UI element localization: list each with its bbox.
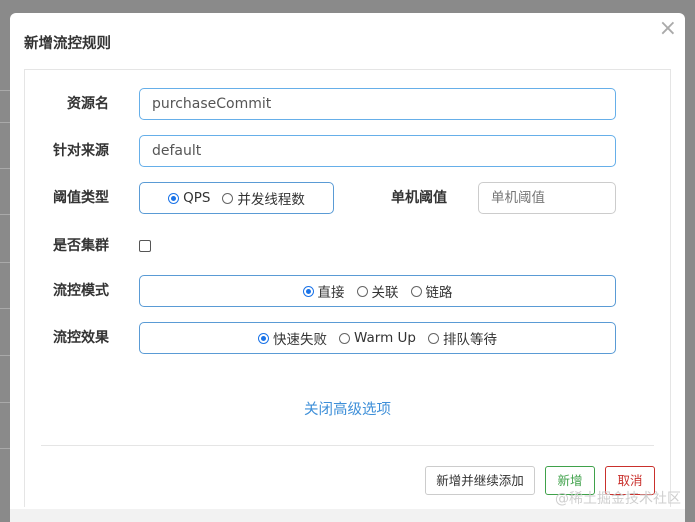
radio-warm-up-unselected-icon xyxy=(339,332,351,344)
dialog-title: 新增流控规则 xyxy=(24,36,111,52)
radio-fast-fail-label: 快速失败 xyxy=(273,332,328,348)
radio-thread-count[interactable]: 并发线程数 xyxy=(222,188,305,208)
radio-qps-selected-icon xyxy=(168,192,180,204)
flow-mode-label: 流控模式 xyxy=(53,283,109,299)
radio-queue-label: 排队等待 xyxy=(442,332,497,348)
radio-related-unselected-icon xyxy=(356,285,368,297)
resource-label: 资源名 xyxy=(67,96,109,112)
radio-queue-unselected-icon xyxy=(427,332,439,344)
radio-thread-count-label: 并发线程数 xyxy=(237,192,305,208)
radio-thread-count-unselected-icon xyxy=(222,192,234,204)
radio-direct-selected-icon xyxy=(302,285,314,297)
resource-input[interactable] xyxy=(139,88,616,120)
source-input[interactable] xyxy=(139,135,616,167)
toggle-advanced-options-link[interactable]: 关闭高级选项 xyxy=(25,398,670,419)
flow-mode-row: 流控模式 直接 关联 链路 xyxy=(25,275,670,307)
flow-effect-label: 流控效果 xyxy=(53,330,109,346)
flow-effect-radio-group: 快速失败 Warm Up 排队等待 xyxy=(139,322,616,354)
radio-related-label: 关联 xyxy=(371,285,399,301)
radio-direct-label: 直接 xyxy=(317,285,345,301)
radio-queue[interactable]: 排队等待 xyxy=(427,328,497,348)
dialog-bottom-edge xyxy=(10,509,685,522)
radio-related[interactable]: 关联 xyxy=(356,281,399,301)
cluster-checkbox[interactable] xyxy=(139,240,151,252)
watermark-text: @稀土掘金技术社区 xyxy=(555,491,681,507)
resource-row: 资源名 xyxy=(25,88,670,120)
radio-chain-label: 链路 xyxy=(425,285,453,301)
cluster-label: 是否集群 xyxy=(53,238,109,254)
flow-mode-radio-group: 直接 关联 链路 xyxy=(139,275,616,307)
radio-direct[interactable]: 直接 xyxy=(302,281,345,301)
threshold-type-label: 阈值类型 xyxy=(53,190,109,206)
footer-divider xyxy=(41,445,654,446)
source-row: 针对来源 xyxy=(25,135,670,167)
radio-fast-fail-selected-icon xyxy=(258,332,270,344)
radio-chain[interactable]: 链路 xyxy=(410,281,453,301)
threshold-type-radio-group: QPS 并发线程数 xyxy=(139,182,334,214)
radio-fast-fail[interactable]: 快速失败 xyxy=(258,328,327,348)
dialog-header: 新增流控规则 × xyxy=(10,13,685,69)
source-label: 针对来源 xyxy=(53,143,109,159)
add-and-continue-button[interactable]: 新增并继续添加 xyxy=(425,466,535,495)
radio-chain-unselected-icon xyxy=(410,285,422,297)
threshold-row: 阈值类型 QPS 并发线程数 单机阈值 xyxy=(25,182,670,214)
single-threshold-input[interactable] xyxy=(478,182,616,214)
radio-qps[interactable]: QPS xyxy=(168,190,210,206)
add-flow-rule-dialog: 新增流控规则 × 资源名 针对来源 阈值类型 QPS 并发线程数 xyxy=(10,13,685,522)
radio-warm-up[interactable]: Warm Up xyxy=(339,330,416,346)
flow-effect-row: 流控效果 快速失败 Warm Up 排队等待 xyxy=(25,322,670,354)
radio-warm-up-label: Warm Up xyxy=(354,330,416,346)
radio-qps-label: QPS xyxy=(183,190,211,206)
close-icon[interactable]: × xyxy=(659,18,677,40)
single-threshold-label: 单机阈值 xyxy=(391,190,447,206)
cluster-row: 是否集群 xyxy=(25,230,670,262)
rule-form: 资源名 针对来源 阈值类型 QPS 并发线程数 单机阈值 xyxy=(24,69,671,507)
